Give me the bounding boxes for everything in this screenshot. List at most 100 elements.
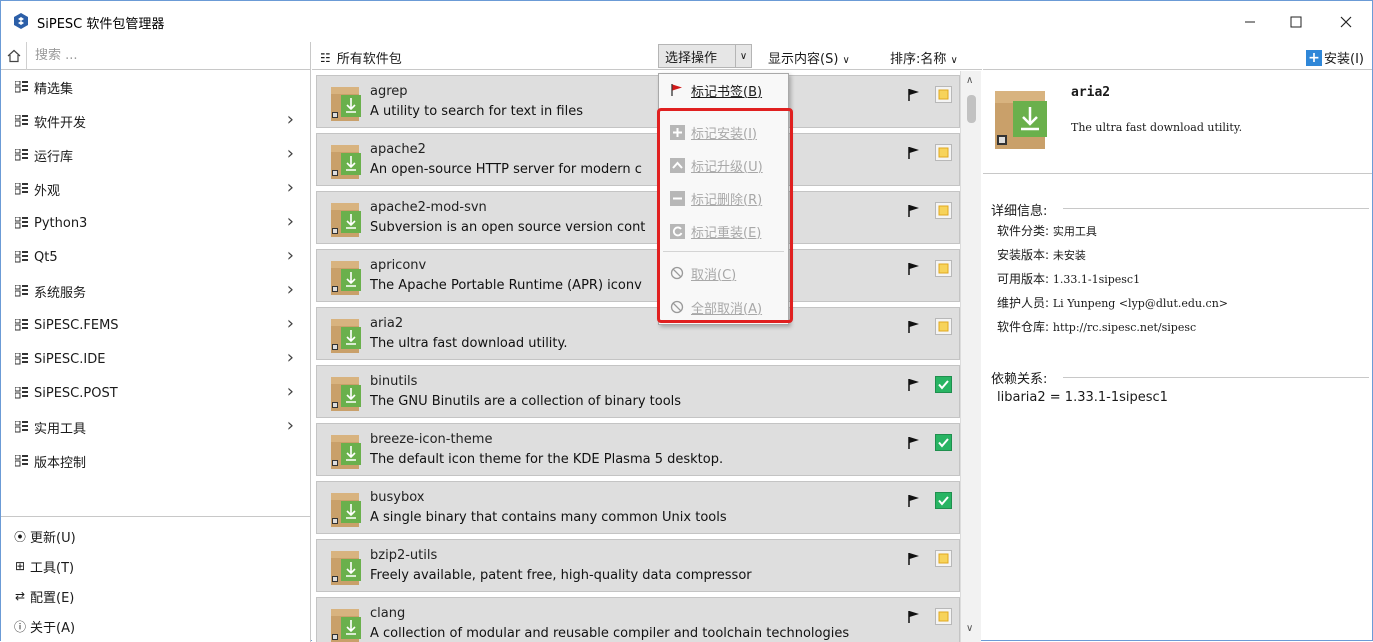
package-row[interactable]: aria2 The ultra fast download utility. xyxy=(316,307,960,360)
info-value: 未安装 xyxy=(1052,249,1086,262)
package-row[interactable]: busybox A single binary that contains man… xyxy=(316,481,960,534)
category-icon xyxy=(14,420,29,433)
sidebar-category-item[interactable]: 精选集 xyxy=(1,70,310,104)
installed-checkbox[interactable] xyxy=(935,434,952,451)
install-button[interactable]: + 安装(I) xyxy=(1306,48,1364,67)
bookmark-flag-icon[interactable] xyxy=(908,204,920,218)
bookmark-flag-icon[interactable] xyxy=(908,436,920,450)
sidebar: 精选集软件开发›运行库›外观›Python3›Qt5›系统服务›SiPESC.F… xyxy=(1,41,311,642)
bookmark-flag-icon[interactable] xyxy=(908,146,920,160)
package-row[interactable]: apriconv The Apache Portable Runtime (APR… xyxy=(316,249,960,302)
select-action-dropdown[interactable]: 选择操作 ∨ xyxy=(658,44,752,68)
package-name: aria2 xyxy=(370,316,404,331)
info-key: 维护人员: xyxy=(997,296,1050,310)
package-list-scrollbar[interactable]: ∧ ∨ xyxy=(960,71,981,642)
sidebar-category-item[interactable]: 实用工具 › xyxy=(1,410,310,444)
install-checkbox[interactable] xyxy=(935,608,952,625)
details-section-title: 详细信息: xyxy=(991,204,1048,219)
package-name: apache2-mod-svn xyxy=(370,200,487,215)
bottom-item-label: 工具(T) xyxy=(30,560,75,576)
category-label: 外观 xyxy=(34,183,61,199)
install-checkbox[interactable] xyxy=(935,144,952,161)
package-row[interactable]: agrep A utility to search for text in fil… xyxy=(316,75,960,128)
package-row[interactable]: breeze-icon-theme The default icon theme … xyxy=(316,423,960,476)
display-content-dropdown[interactable]: 显示内容(S) ∨ xyxy=(768,48,850,67)
toolbox-icon: ⊞ xyxy=(14,559,26,573)
sidebar-bottom-item[interactable]: ⊞ 工具(T) xyxy=(1,552,310,580)
sidebar-category-item[interactable]: Qt5 › xyxy=(1,240,310,274)
install-checkbox[interactable] xyxy=(935,550,952,567)
sidebar-category-item[interactable]: 外观 › xyxy=(1,172,310,206)
sidebar-category-item[interactable]: 系统服务 › xyxy=(1,274,310,308)
detail-info-row: 维护人员: Li Yunpeng <lyp@dlut.edu.cn> xyxy=(997,294,1228,311)
minimize-button[interactable] xyxy=(1227,1,1273,42)
chevron-down-icon: ∨ xyxy=(735,45,751,67)
close-button[interactable] xyxy=(1323,1,1369,42)
chevron-right-icon: › xyxy=(286,211,294,232)
bookmark-flag-icon[interactable] xyxy=(908,262,920,276)
bookmark-flag-icon[interactable] xyxy=(908,378,920,392)
bookmark-flag-icon[interactable] xyxy=(908,494,920,508)
package-description: The GNU Binutils are a collection of bin… xyxy=(370,394,682,409)
bookmark-flag-icon[interactable] xyxy=(908,320,920,334)
package-icon xyxy=(327,81,363,123)
package-row[interactable]: apache2 An open-source HTTP server for mo… xyxy=(316,133,960,186)
bookmark-flag-icon[interactable] xyxy=(908,610,920,624)
sidebar-divider xyxy=(1,516,310,517)
package-icon xyxy=(327,545,363,587)
install-checkbox[interactable] xyxy=(935,202,952,219)
category-icon xyxy=(14,386,29,399)
category-icon xyxy=(14,80,29,93)
scroll-thumb[interactable] xyxy=(967,95,976,123)
sidebar-category-item[interactable]: 软件开发 › xyxy=(1,104,310,138)
sidebar-category-item[interactable]: 运行库 › xyxy=(1,138,310,172)
home-button[interactable] xyxy=(1,41,27,70)
bookmark-flag-icon[interactable] xyxy=(908,552,920,566)
home-icon xyxy=(7,49,20,62)
sidebar-category-item[interactable]: SiPESC.POST › xyxy=(1,376,310,410)
package-row[interactable]: bzip2-utils Freely available, patent free… xyxy=(316,539,960,592)
sort-label: 排序:名称 xyxy=(890,52,947,67)
installed-checkbox[interactable] xyxy=(935,376,952,393)
sidebar-bottom-item[interactable]: ⓘ 关于(A) xyxy=(1,612,310,640)
list-icon: ☷ xyxy=(320,50,331,65)
menu-item[interactable]: 标记书签(B) xyxy=(659,77,788,103)
category-label: SiPESC.POST xyxy=(34,385,118,401)
install-checkbox[interactable] xyxy=(935,260,952,277)
package-row[interactable]: binutils The GNU Binutils are a collectio… xyxy=(316,365,960,418)
install-checkbox[interactable] xyxy=(935,86,952,103)
bottom-item-label: 关于(A) xyxy=(30,620,76,636)
sort-dropdown[interactable]: 排序:名称 ∨ xyxy=(890,48,958,67)
category-icon xyxy=(14,182,29,195)
maximize-button[interactable] xyxy=(1273,1,1319,42)
package-icon xyxy=(327,603,363,642)
info-icon: ⓘ xyxy=(13,619,26,634)
package-list: agrep A utility to search for text in fil… xyxy=(312,71,960,642)
installed-checkbox[interactable] xyxy=(935,492,952,509)
menu-item-label: 标记书签(B) xyxy=(691,84,763,100)
sidebar-bottom-item[interactable]: ⇄ 配置(E) xyxy=(1,582,310,610)
bookmark-flag-icon[interactable] xyxy=(908,88,920,102)
sidebar-category-item[interactable]: 版本控制 xyxy=(1,444,310,478)
category-icon xyxy=(14,352,29,365)
package-icon xyxy=(327,313,363,355)
install-checkbox[interactable] xyxy=(935,318,952,335)
sidebar-category-item[interactable]: Python3 › xyxy=(1,206,310,240)
detail-info-row: 软件分类: 实用工具 xyxy=(997,222,1097,239)
highlight-box xyxy=(657,108,793,323)
chevron-right-icon: › xyxy=(286,177,294,198)
package-row[interactable]: clang A collection of modular and reusabl… xyxy=(316,597,960,642)
sidebar-bottom-item[interactable]: ⦿ 更新(U) xyxy=(1,522,310,550)
package-toolbar: ☷ 所有软件包 选择操作 ∨ 显示内容(S) ∨ 排序:名称 ∨ xyxy=(312,42,982,70)
bottom-item-label: 更新(U) xyxy=(30,530,76,546)
chevron-right-icon: › xyxy=(286,415,294,436)
chevron-right-icon: › xyxy=(286,279,294,300)
chevron-right-icon: › xyxy=(286,109,294,130)
scroll-up-icon[interactable]: ∧ xyxy=(966,75,973,86)
info-value: 1.33.1-1sipesc1 xyxy=(1052,273,1141,286)
sidebar-category-item[interactable]: SiPESC.IDE › xyxy=(1,342,310,376)
package-row[interactable]: apache2-mod-svn Subversion is an open sou… xyxy=(316,191,960,244)
scroll-down-icon[interactable]: ∨ xyxy=(966,623,973,634)
sidebar-category-item[interactable]: SiPESC.FEMS › xyxy=(1,308,310,342)
search-input[interactable] xyxy=(27,48,287,63)
